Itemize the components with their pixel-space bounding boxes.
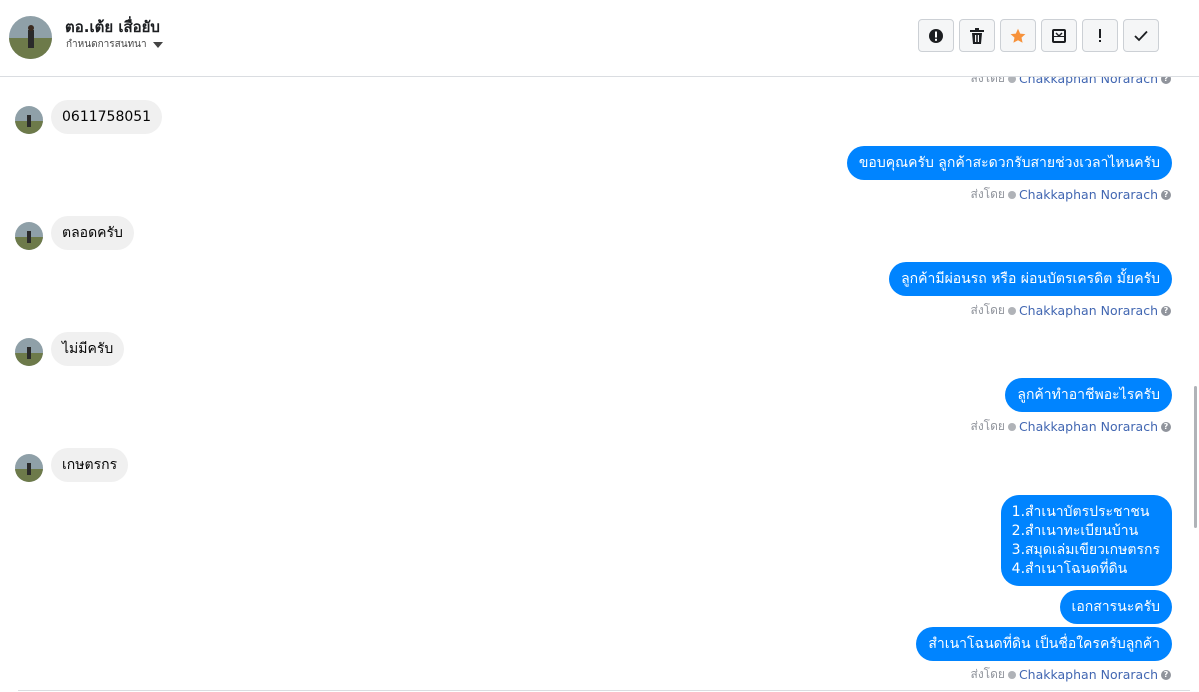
customer-avatar[interactable]: [15, 338, 43, 366]
outgoing-message[interactable]: สำเนาโฉนดที่ดิน เป็นชื่อใครครับลูกค้า: [916, 627, 1172, 661]
sent-by-label: ส่งโดย: [970, 303, 1005, 317]
agent-link[interactable]: Chakkaphan Norarach: [1019, 187, 1158, 202]
outgoing-message[interactable]: 1.สำเนาบัตรประชาชน 2.สำเนาทะเบียนบ้าน 3.…: [1000, 495, 1172, 586]
sent-by-label: ส่งโดย: [970, 77, 1005, 85]
chevron-down-icon: [152, 41, 163, 48]
contact-name[interactable]: ตอ.เต้ย เสื่อยับ: [65, 15, 160, 39]
customer-avatar[interactable]: [15, 454, 43, 482]
alert-icon: [929, 28, 943, 43]
agent-link[interactable]: Chakkaphan Norarach: [1019, 77, 1158, 86]
sent-by-line: ส่งโดย Chakkaphan Norarach ?: [970, 301, 1171, 320]
alert-button[interactable]: [918, 19, 954, 52]
composer-divider: [18, 690, 1190, 691]
exclamation-icon: [1099, 28, 1101, 42]
customer-avatar[interactable]: [15, 106, 43, 134]
incoming-message[interactable]: เกษตรกร: [51, 448, 129, 482]
delete-button[interactable]: [959, 19, 995, 52]
outgoing-message[interactable]: ขอบคุณครับ ลูกค้าสะดวกรับสายช่วงเวลาไหนค…: [846, 146, 1172, 180]
sent-by-label: ส่งโดย: [970, 667, 1005, 681]
sent-by-line: ส่งโดย Chakkaphan Norarach ?: [970, 77, 1171, 88]
incoming-message[interactable]: ตลอดครับ: [51, 216, 134, 250]
sent-by-line: ส่งโดย Chakkaphan Norarach ?: [970, 665, 1171, 684]
star-button[interactable]: [1000, 19, 1036, 52]
help-icon[interactable]: ?: [1161, 669, 1171, 680]
conversation-header: ตอ.เต้ย เสื่อยับ กำหนดการสนทนา: [0, 0, 1199, 77]
star-icon: [1010, 28, 1026, 43]
agent-link[interactable]: Chakkaphan Norarach: [1019, 303, 1158, 318]
incoming-message[interactable]: ไม่มีครับ: [51, 332, 125, 366]
conversation-status-dropdown[interactable]: กำหนดการสนทนา: [66, 37, 163, 52]
thread-scrollbar[interactable]: [1194, 386, 1197, 528]
outgoing-message[interactable]: ลูกค้ามีผ่อนรถ หรือ ผ่อนบัตรเครดิต มั้ยค…: [889, 262, 1172, 296]
sent-by-label: ส่งโดย: [970, 187, 1005, 201]
message-thread[interactable]: ส่งโดย Chakkaphan Norarach ? 0611758051 …: [0, 77, 1190, 692]
sent-by-label: ส่งโดย: [970, 419, 1005, 433]
outgoing-message[interactable]: เอกสารนะครับ: [1059, 590, 1172, 624]
mark-done-button[interactable]: [1123, 19, 1159, 52]
verified-icon: [1007, 306, 1016, 315]
help-icon[interactable]: ?: [1161, 77, 1171, 84]
agent-link[interactable]: Chakkaphan Norarach: [1019, 667, 1158, 682]
incoming-message[interactable]: 0611758051: [51, 100, 163, 134]
help-icon[interactable]: ?: [1161, 189, 1171, 200]
contact-avatar[interactable]: [9, 16, 52, 59]
verified-icon: [1007, 422, 1016, 431]
verified-icon: [1007, 77, 1016, 83]
verified-icon: [1007, 190, 1016, 199]
outgoing-message[interactable]: ลูกค้าทำอาชีพอะไรครับ: [1005, 378, 1172, 412]
header-actions: [918, 19, 1159, 52]
help-icon[interactable]: ?: [1161, 421, 1171, 432]
mark-spam-button[interactable]: [1082, 19, 1118, 52]
trash-icon: [970, 27, 984, 44]
help-icon[interactable]: ?: [1161, 305, 1171, 316]
inbox-icon: [1052, 28, 1066, 43]
sent-by-line: ส่งโดย Chakkaphan Norarach ?: [970, 417, 1171, 436]
conversation-status-label: กำหนดการสนทนา: [66, 39, 147, 50]
verified-icon: [1007, 670, 1016, 679]
agent-link[interactable]: Chakkaphan Norarach: [1019, 419, 1158, 434]
customer-avatar[interactable]: [15, 222, 43, 250]
check-icon: [1134, 30, 1148, 41]
archive-button[interactable]: [1041, 19, 1077, 52]
sent-by-line: ส่งโดย Chakkaphan Norarach ?: [970, 185, 1171, 204]
